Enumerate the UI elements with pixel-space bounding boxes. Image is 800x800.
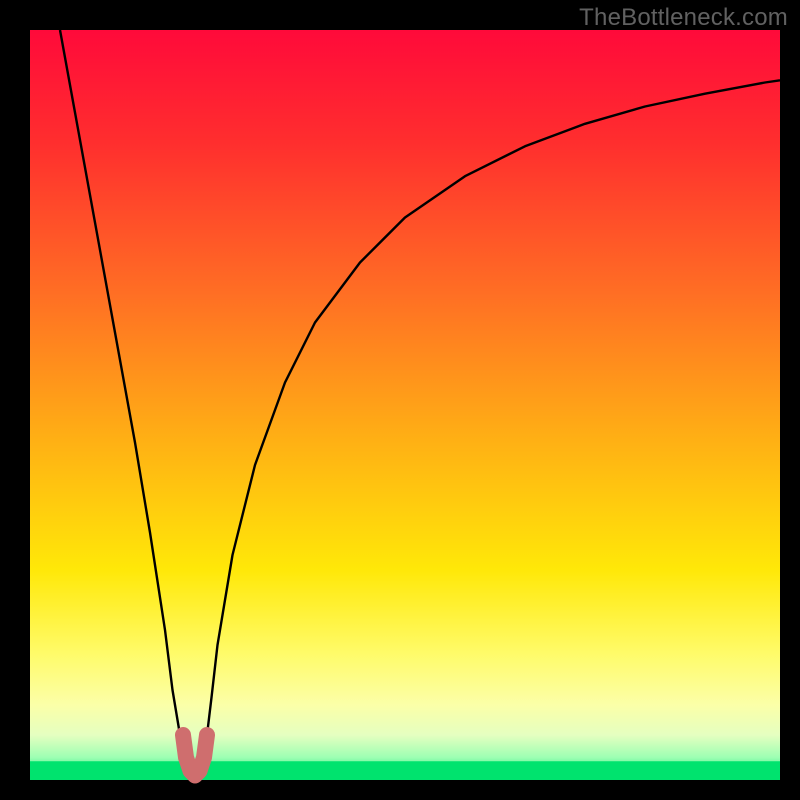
chart-background [30,30,780,780]
watermark-text: TheBottleneck.com [579,4,788,32]
chart-baseline-band [30,761,780,780]
chart-frame: TheBottleneck.com [0,0,800,800]
bottleneck-chart [0,0,800,800]
